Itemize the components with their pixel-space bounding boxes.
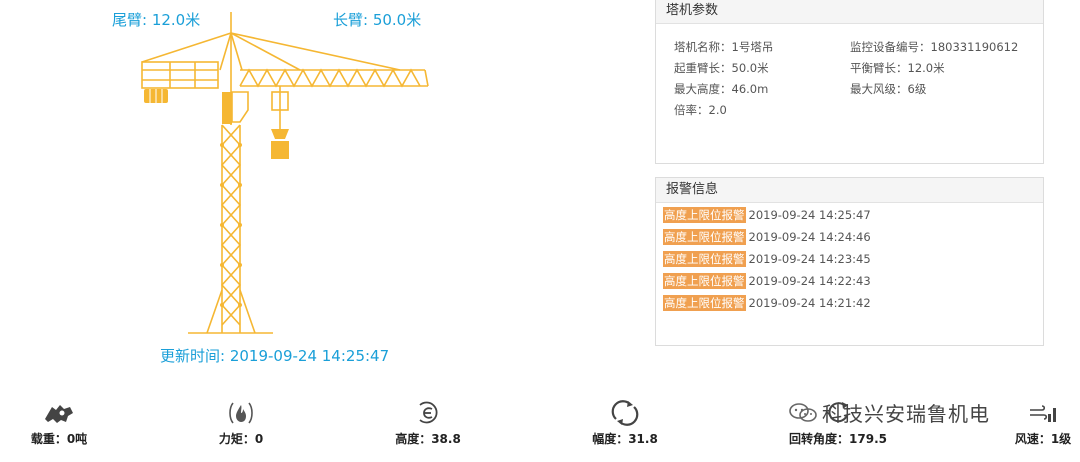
metric-load: 载重：0吨 [24, 398, 94, 447]
alarm-info-panel: 报警信息 高度上限位报警 2019-09-24 14:25:47 高度上限位报警 2… [655, 177, 1044, 346]
wind-speed-icon [1008, 398, 1078, 428]
alarm-tag: 高度上限位报警 [663, 251, 746, 267]
height-icon [388, 398, 468, 428]
alarm-time: 2019-09-24 14:22:43 [748, 274, 871, 288]
param-max-height: 最大高度：46.0m [674, 82, 769, 96]
torque-icon [208, 398, 274, 428]
long-arm-label: 长臂: 50.0米 [333, 11, 422, 29]
metric-wind-label: 风速：1级 [1014, 432, 1072, 446]
alarm-item: 高度上限位报警 2019-09-24 14:25:47 [663, 207, 871, 223]
metric-wind: 风速：1级 [1008, 398, 1078, 447]
alarm-tag: 高度上限位报警 [663, 207, 746, 223]
metric-rotation-label: 回转角度：179.5 [789, 432, 887, 446]
alarm-item: 高度上限位报警 2019-09-24 14:24:46 [663, 229, 871, 245]
alarm-info-title: 报警信息 [656, 178, 1043, 203]
alarm-time: 2019-09-24 14:24:46 [748, 230, 871, 244]
param-counter-jib-length: 平衡臂长：12.0米 [850, 61, 945, 75]
alarm-time: 2019-09-24 14:21:42 [748, 296, 871, 310]
watermark-text: 科技兴安瑞鲁机电 [788, 398, 990, 429]
metric-torque: 力矩：0 [208, 398, 274, 447]
alarm-time: 2019-09-24 14:23:45 [748, 252, 871, 266]
metric-height: 高度：38.8 [388, 398, 468, 447]
param-max-wind: 最大风级：6级 [850, 82, 927, 96]
watermark-label: 科技兴安瑞鲁机电 [822, 402, 990, 426]
alarm-time: 2019-09-24 14:25:47 [748, 208, 871, 222]
alarm-tag: 高度上限位报警 [663, 229, 746, 245]
alarm-tag: 高度上限位报警 [663, 295, 746, 311]
wechat-icon [788, 402, 818, 429]
alarm-tag: 高度上限位报警 [663, 273, 746, 289]
alarm-item: 高度上限位报警 2019-09-24 14:22:43 [663, 273, 871, 289]
alarm-item: 高度上限位报警 2019-09-24 14:23:45 [663, 251, 871, 267]
param-crane-name: 塔机名称：1号塔吊 [674, 40, 774, 54]
param-ratio: 倍率：2.0 [674, 103, 727, 117]
metric-load-label: 载重：0吨 [30, 432, 88, 446]
crane-params-panel: 塔机参数 塔机名称：1号塔吊 监控设备编号：180331190612 起重臂长：… [655, 0, 1044, 164]
amplitude-icon [585, 398, 665, 428]
tail-arm-label: 尾臂: 12.0米 [112, 11, 201, 29]
metric-amplitude: 幅度：31.8 [585, 398, 665, 447]
param-device-id: 监控设备编号：180331190612 [850, 40, 1019, 54]
tower-crane-graphic [141, 12, 429, 334]
update-time-label: 更新时间: 2019-09-24 14:25:47 [160, 347, 390, 365]
metric-height-label: 高度：38.8 [395, 432, 461, 446]
crane-visualization: 尾臂: 12.0米 长臂: 50.0米 更新时间: 2019-09-24 14:… [0, 0, 640, 380]
load-weight-icon [24, 398, 94, 428]
metric-torque-label: 力矩：0 [218, 432, 264, 446]
crane-params-title: 塔机参数 [656, 0, 1043, 24]
alarm-item: 高度上限位报警 2019-09-24 14:21:42 [663, 295, 871, 311]
metric-amplitude-label: 幅度：31.8 [592, 432, 658, 446]
param-jib-length: 起重臂长：50.0米 [674, 61, 769, 75]
